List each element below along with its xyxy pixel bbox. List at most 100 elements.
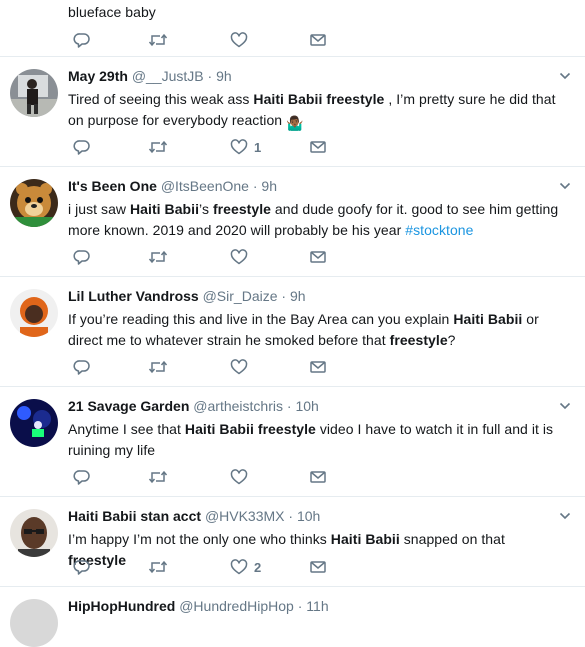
timestamp[interactable]: 9h [261,178,277,194]
like-button[interactable] [230,31,248,49]
timestamp[interactable]: 9h [290,288,306,304]
retweet-icon [148,468,168,486]
tweet[interactable]: May 29th @__JustJB · 9h Tired of seeing … [0,57,585,167]
keyword-highlight: Haiti Babii freestyle [184,421,316,437]
message-button[interactable] [309,248,327,266]
tweet-text: blueface baby [68,2,565,23]
like-button[interactable]: 2 [230,558,261,576]
retweet-button[interactable] [148,31,168,49]
tweet-text: Anytime I see that Haiti Babii freestyle… [68,419,565,461]
like-button[interactable]: 1 [230,138,261,156]
text-segment: ’s [199,201,213,217]
retweet-icon [148,558,168,576]
text-segment: snapped on that [399,531,505,547]
like-button[interactable] [230,468,248,486]
display-name[interactable]: 21 Savage Garden [68,398,189,414]
reply-button[interactable] [73,248,91,266]
tweet-header: Lil Luther Vandross @Sir_Daize · 9h [68,288,306,304]
timestamp[interactable]: 11h [306,598,328,614]
avatar[interactable] [10,399,58,447]
reply-button[interactable] [73,138,91,156]
chevron-down-icon[interactable] [559,400,571,412]
chevron-down-icon[interactable] [559,510,571,522]
text-segment: blueface baby [68,4,156,20]
timestamp[interactable]: 10h [295,398,318,414]
tweet-header: HipHopHundred @HundredHipHop · 11h [68,598,329,614]
message-button[interactable] [309,468,327,486]
tweet[interactable]: Lil Luther Vandross @Sir_Daize · 9h If y… [0,277,585,387]
user-handle[interactable]: @HVK33MX [205,508,285,524]
message-button[interactable] [309,138,327,156]
like-button[interactable] [230,248,248,266]
user-handle[interactable]: @HundredHipHop [179,598,294,614]
user-handle[interactable]: @artheistchris [193,398,283,414]
user-handle[interactable]: @ItsBeenOne [161,178,249,194]
reply-icon [73,558,91,576]
reply-button[interactable] [73,558,91,576]
envelope-icon [309,138,327,156]
chevron-down-icon[interactable] [559,180,571,192]
user-handle[interactable]: @__JustJB [132,68,204,84]
text-segment: Anytime I see that [68,421,185,437]
tweet-header: It's Been One @ItsBeenOne · 9h [68,178,277,194]
retweet-icon [148,138,168,156]
display-name[interactable]: Lil Luther Vandross [68,288,199,304]
message-button[interactable] [309,358,327,376]
reply-icon [73,31,91,49]
tweet-header: May 29th @__JustJB · 9h [68,68,232,84]
tweet[interactable]: 21 Savage Garden @artheistchris · 10h An… [0,387,585,497]
tweet-actions [68,358,368,378]
keyword-highlight: Haiti Babii [453,311,523,327]
message-button[interactable] [309,558,327,576]
tweet-actions: 1 [68,138,368,158]
like-count: 2 [254,559,262,575]
text-segment: ? [447,332,456,348]
reply-icon [73,468,91,486]
display-name[interactable]: Haiti Babii stan acct [68,508,201,524]
tweet[interactable]: It's Been One @ItsBeenOne · 9h i just sa… [0,167,585,277]
tweet-actions [68,468,368,488]
reply-button[interactable] [73,358,91,376]
reply-icon [73,248,91,266]
heart-icon [230,468,248,486]
keyword-highlight: Haiti Babii [330,531,400,547]
retweet-button[interactable] [148,468,168,486]
retweet-button[interactable] [148,358,168,376]
envelope-icon [309,468,327,486]
retweet-button[interactable] [148,248,168,266]
retweet-button[interactable] [148,138,168,156]
reply-button[interactable] [73,468,91,486]
avatar[interactable] [10,289,58,337]
timestamp[interactable]: 10h [297,508,320,524]
display-name[interactable]: It's Been One [68,178,157,194]
reply-icon [73,358,91,376]
envelope-icon [309,558,327,576]
text-segment: i just saw [68,201,131,217]
tweet-actions [68,248,368,268]
display-name[interactable]: May 29th [68,68,128,84]
avatar[interactable] [10,179,58,227]
heart-icon [230,358,248,376]
chevron-down-icon[interactable] [559,70,571,82]
tweet[interactable]: blueface baby [0,0,585,57]
hashtag-link[interactable]: #stocktone [405,222,473,238]
message-button[interactable] [309,31,327,49]
shrug-emoji: 🤷🏾‍♂️ [286,115,304,131]
tweet-header: 21 Savage Garden @artheistchris · 10h [68,398,319,414]
avatar[interactable] [10,69,58,117]
retweet-button[interactable] [148,558,168,576]
display-name[interactable]: HipHopHundred [68,598,175,614]
tweet-actions: 2 [68,558,368,578]
avatar[interactable] [10,509,58,557]
text-segment: Tired of seeing this weak ass [68,91,254,107]
reply-button[interactable] [73,31,91,49]
tweet[interactable]: Haiti Babii stan acct @HVK33MX · 10h I’m… [0,497,585,587]
timestamp[interactable]: 9h [216,68,232,84]
tweet-header: Haiti Babii stan acct @HVK33MX · 10h [68,508,321,524]
user-handle[interactable]: @Sir_Daize [203,288,278,304]
like-button[interactable] [230,358,248,376]
tweet-text: i just saw Haiti Babii’s freestyle and d… [68,199,565,241]
avatar[interactable] [10,599,58,647]
tweet[interactable]: HipHopHundred @HundredHipHop · 11h [0,587,585,647]
retweet-icon [148,31,168,49]
